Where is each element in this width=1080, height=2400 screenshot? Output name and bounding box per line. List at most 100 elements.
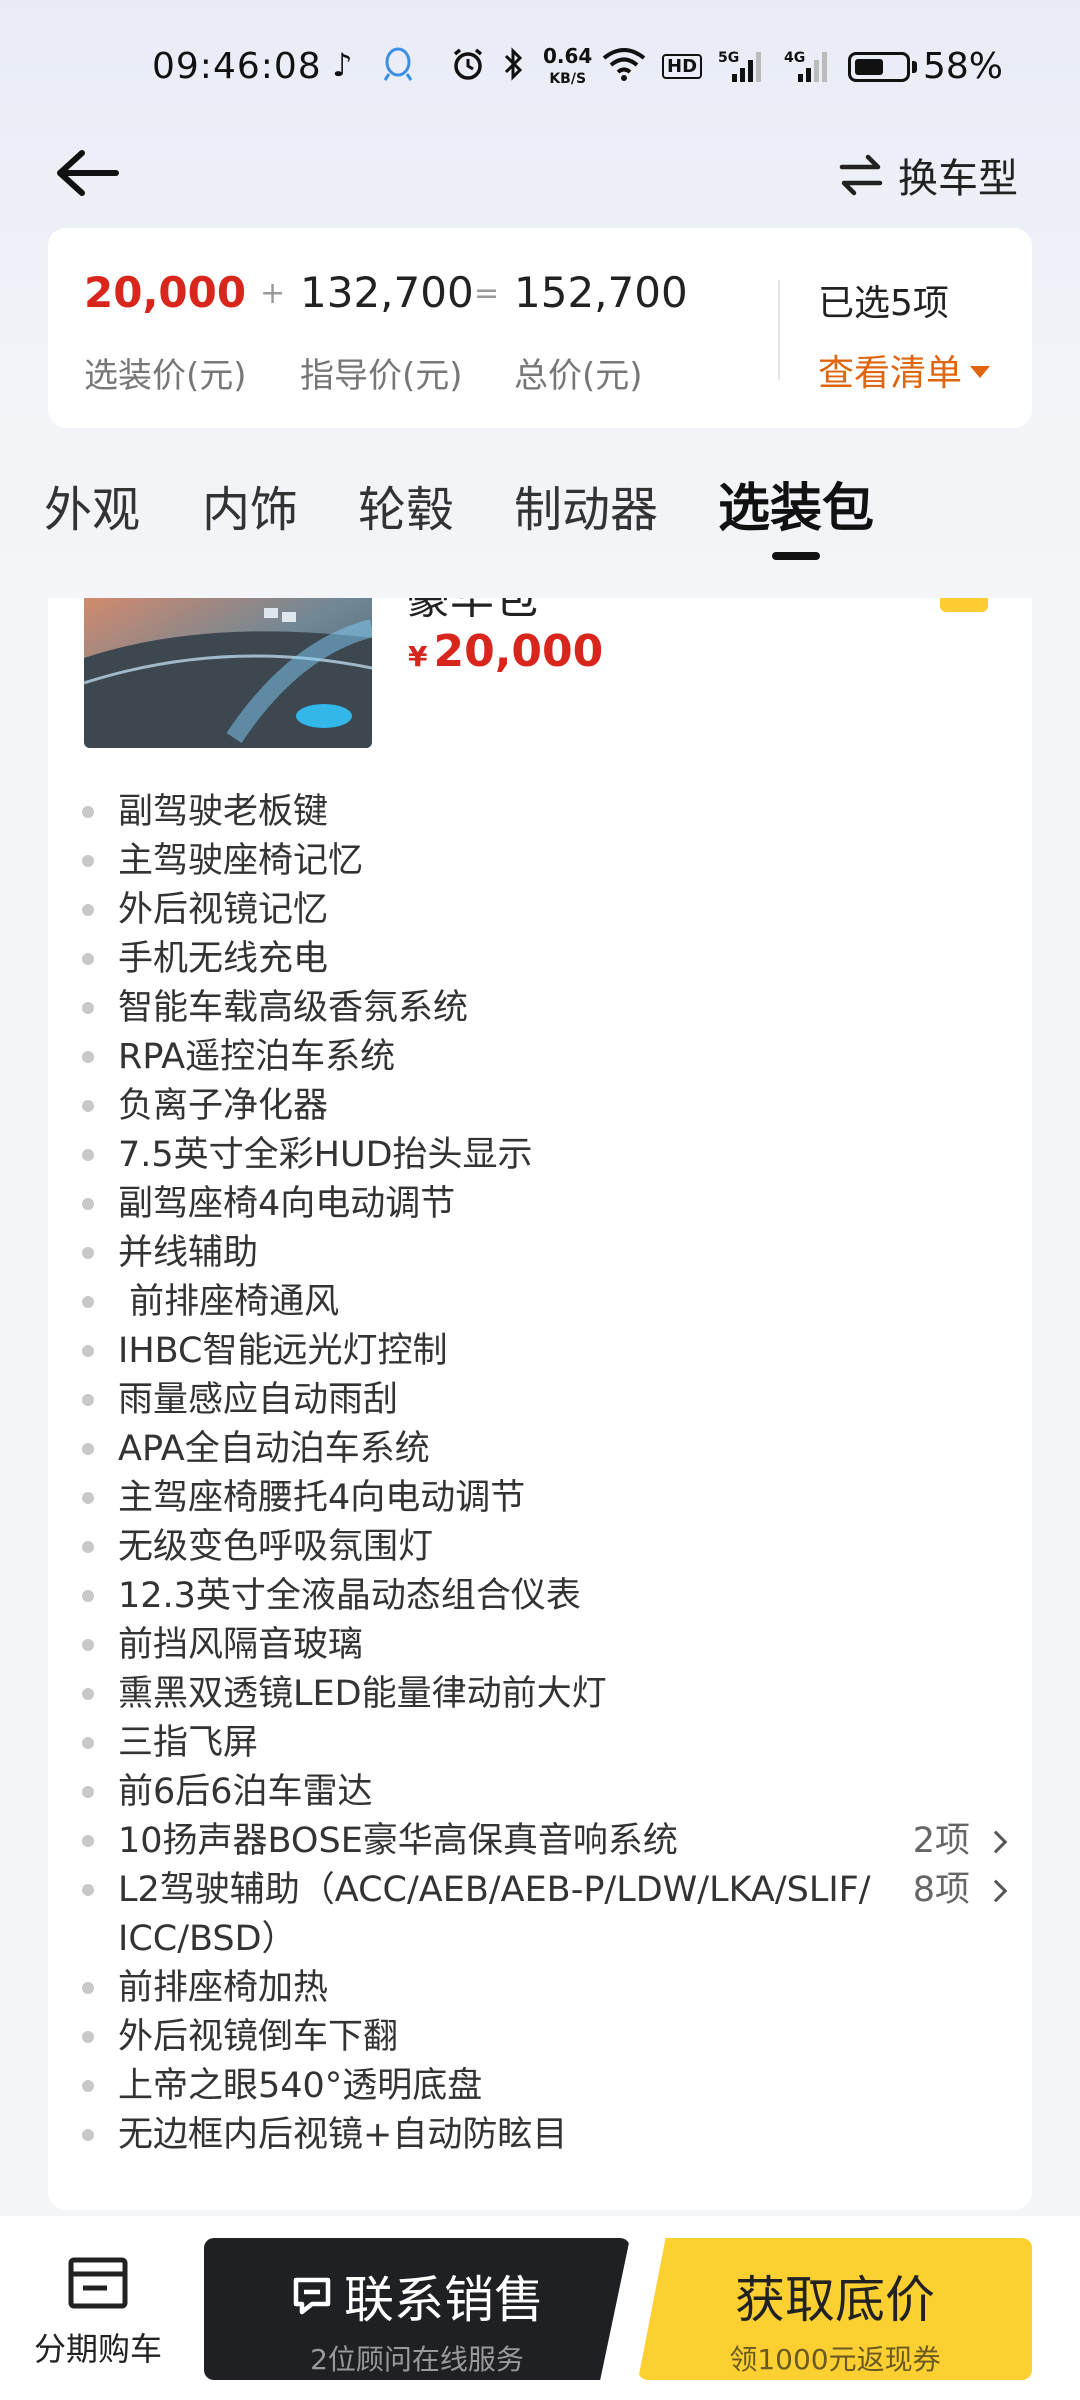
sub-count-label: 2项 bbox=[912, 1821, 970, 1861]
feature-text: 前6后6泊车雷达 bbox=[118, 1772, 373, 1812]
feature-text: 7.5英寸全彩HUD抬头显示 bbox=[118, 1135, 533, 1175]
list-item: 熏黑双透镜LED能量律动前大灯 bbox=[82, 1670, 1012, 1719]
feature-text: 上帝之眼540°透明底盘 bbox=[118, 2066, 483, 2106]
contact-sales-button[interactable]: 联系销售 2位顾问在线服务 bbox=[204, 2238, 630, 2380]
total-price-label: 总价(元) bbox=[514, 356, 643, 396]
price-summary-card: 20,000 + 132,700 = 152,700 选装价(元) 指导价(元)… bbox=[48, 228, 1032, 428]
feature-text: 无级变色呼吸氛围灯 bbox=[118, 1527, 434, 1567]
tab-exterior[interactable]: 外观 bbox=[44, 470, 140, 540]
bullet bbox=[82, 2031, 94, 2043]
get-lowest-price-button[interactable]: 获取底价 领1000元返现券 bbox=[638, 2238, 1032, 2380]
plus-sign: + bbox=[260, 276, 286, 311]
contact-title: 联系销售 bbox=[204, 2260, 630, 2332]
signal-5g-icon: 5G bbox=[718, 48, 768, 92]
guide-price: 132,700 bbox=[300, 268, 474, 317]
currency-symbol: ¥ bbox=[408, 640, 428, 673]
tab-brakes[interactable]: 制动器 bbox=[514, 470, 658, 540]
list-item: 负离子净化器 bbox=[82, 1082, 1012, 1131]
option-price: 20,000 bbox=[84, 268, 247, 317]
list-item-expandable[interactable]: 10扬声器BOSE豪华高保真音响系统 2项 bbox=[82, 1817, 1012, 1866]
bullet bbox=[82, 1982, 94, 1994]
feature-text: 手机无线充电 bbox=[118, 939, 329, 979]
list-item: APA全自动泊车系统 bbox=[82, 1425, 1012, 1474]
bottom-action-bar: 分期购车 联系销售 2位顾问在线服务 获取底价 领1000元返现券 bbox=[0, 2216, 1080, 2400]
list-item: 智能车载高级香氛系统 bbox=[82, 984, 1012, 1033]
feature-text: 副驾驶老板键 bbox=[118, 792, 329, 832]
price-divider bbox=[778, 280, 780, 380]
bullet bbox=[82, 1247, 94, 1259]
list-item-expandable[interactable]: L2驾驶辅助（ACC/AEB/AEB-P/LDW/LKA/SLIF/ICC/BS… bbox=[82, 1866, 1012, 1964]
feature-text: 负离子净化器 bbox=[118, 1086, 329, 1126]
bullet bbox=[82, 1639, 94, 1651]
feature-text: 三指飞屏 bbox=[118, 1723, 259, 1763]
bullet bbox=[82, 1688, 94, 1700]
feature-list: 副驾驶老板键 主驾驶座椅记忆 外后视镜记忆 手机无线充电 智能车载高级香氛系统 … bbox=[82, 788, 1012, 2160]
list-item: 三指飞屏 bbox=[82, 1719, 1012, 1768]
sub-item-count: 8项 bbox=[913, 1866, 1012, 1915]
switch-model-button[interactable]: 换车型 bbox=[838, 145, 1018, 205]
bullet bbox=[82, 1443, 94, 1455]
installment-button[interactable]: 分期购车 bbox=[28, 2256, 168, 2370]
bullet bbox=[82, 1737, 94, 1749]
list-item: RPA遥控泊车系统 bbox=[82, 1033, 1012, 1082]
bullet bbox=[82, 1835, 94, 1847]
list-item: 副驾座椅4向电动调节 bbox=[82, 1180, 1012, 1229]
bullet bbox=[82, 806, 94, 818]
selected-badge bbox=[940, 598, 988, 612]
package-card[interactable]: 豪华包 ¥ 20,000 副驾驶老板键 主驾驶座椅记忆 外后视镜记忆 手机无线充… bbox=[48, 598, 1032, 2210]
signal-4g-icon: 4G bbox=[784, 48, 834, 92]
back-button[interactable] bbox=[52, 145, 122, 201]
sub-count-label: 8项 bbox=[912, 1870, 970, 1910]
list-item: 并线辅助 bbox=[82, 1229, 1012, 1278]
feature-text: 智能车载高级香氛系统 bbox=[118, 988, 469, 1028]
list-item: 前挡风隔音玻璃 bbox=[82, 1621, 1012, 1670]
tab-wheels[interactable]: 轮毂 bbox=[358, 470, 454, 540]
feature-text: 前排座椅通风 bbox=[118, 1282, 340, 1322]
package-price: ¥ 20,000 bbox=[408, 626, 603, 677]
battery-tip bbox=[912, 61, 917, 73]
list-item: IHBC智能远光灯控制 bbox=[82, 1327, 1012, 1376]
qq-icon bbox=[383, 46, 413, 90]
chevron-right-icon bbox=[984, 1830, 1008, 1853]
bullet bbox=[82, 904, 94, 916]
bullet bbox=[82, 1051, 94, 1063]
tab-interior[interactable]: 内饰 bbox=[202, 470, 298, 540]
svg-text:5G: 5G bbox=[718, 50, 739, 66]
status-time: 09:46:08 bbox=[152, 46, 322, 87]
hd-icon: HD bbox=[662, 54, 703, 79]
option-price-label: 选装价(元) bbox=[84, 356, 247, 396]
network-speed: 0.64 KB/S bbox=[543, 46, 592, 89]
view-list-label: 查看清单 bbox=[818, 353, 963, 394]
battery-percent: 58% bbox=[923, 46, 1004, 87]
bullet bbox=[82, 1296, 94, 1308]
feature-text: 外后视镜倒车下翻 bbox=[118, 2017, 399, 2057]
tab-packages[interactable]: 选装包 bbox=[718, 466, 874, 541]
bullet bbox=[82, 2129, 94, 2141]
price-subtitle: 领1000元返现券 bbox=[729, 2343, 941, 2376]
bullet bbox=[82, 1100, 94, 1112]
bullet bbox=[82, 1590, 94, 1602]
bullet bbox=[82, 1198, 94, 1210]
sub-item-count: 2项 bbox=[913, 1817, 1012, 1866]
feature-text: 前挡风隔音玻璃 bbox=[118, 1625, 364, 1665]
list-item: 前排座椅通风 bbox=[82, 1278, 1012, 1327]
battery-icon bbox=[848, 52, 910, 82]
option-tabs: 外观 内饰 轮毂 制动器 选装包 bbox=[0, 470, 1080, 560]
feature-text: L2驾驶辅助（ACC/AEB/AEB-P/LDW/LKA/SLIF/ICC/BS… bbox=[118, 1870, 871, 1959]
music-note-icon: ♪ bbox=[332, 46, 353, 84]
feature-text: 无边框内后视镜+自动防眩目 bbox=[118, 2115, 568, 2155]
bullet bbox=[82, 1149, 94, 1161]
bullet bbox=[82, 1002, 94, 1014]
feature-text: 10扬声器BOSE豪华高保真音响系统 bbox=[118, 1821, 678, 1861]
feature-text: 主驾驶座椅记忆 bbox=[118, 841, 364, 881]
feature-text: 副驾座椅4向电动调节 bbox=[118, 1184, 456, 1224]
view-list-button[interactable]: 查看清单 bbox=[818, 344, 991, 396]
feature-text: APA全自动泊车系统 bbox=[118, 1429, 430, 1469]
list-item: 12.3英寸全液晶动态组合仪表 bbox=[82, 1572, 1012, 1621]
contact-subtitle: 2位顾问在线服务 bbox=[310, 2343, 524, 2376]
list-item: 前6后6泊车雷达 bbox=[82, 1768, 1012, 1817]
bullet bbox=[82, 1345, 94, 1357]
feature-text: RPA遥控泊车系统 bbox=[118, 1037, 396, 1077]
net-speed-unit: KB/S bbox=[549, 71, 587, 87]
list-item: 无边框内后视镜+自动防眩目 bbox=[82, 2111, 1012, 2160]
